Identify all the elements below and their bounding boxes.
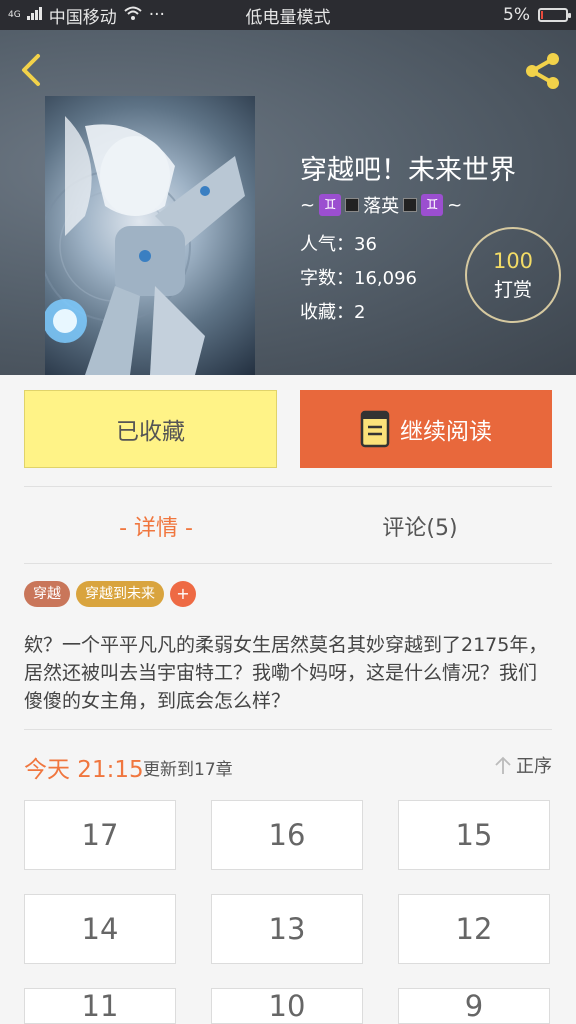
book-icon — [360, 410, 390, 448]
reward-amount: 100 — [492, 248, 534, 273]
battery-percent: 5% — [503, 5, 530, 25]
sort-order-label: 正序 — [516, 756, 552, 777]
favorites-label: 收藏： — [300, 302, 354, 323]
popularity-label: 人气： — [300, 234, 354, 255]
favorited-button[interactable]: 已收藏 — [24, 390, 277, 468]
signal-icon — [26, 5, 43, 25]
share-icon — [526, 53, 559, 89]
tag-list: 穿越 穿越到未来 + — [24, 581, 196, 607]
book-header: 穿越吧！未来世界 ~ ♊ 落英 ♊ ~ 人气：36 字数：16,096 收藏：2… — [0, 30, 576, 375]
add-tag-button[interactable]: + — [170, 581, 196, 607]
divider — [24, 563, 552, 564]
chapter-button[interactable]: 9 — [398, 988, 550, 1024]
stat-popularity: 人气：36 — [300, 230, 377, 256]
square-icon — [345, 198, 360, 212]
gemini-icon: ♊ — [319, 194, 342, 216]
chapter-button[interactable]: 10 — [211, 988, 363, 1024]
chapter-button[interactable]: 16 — [211, 800, 363, 870]
stat-favorites: 收藏：2 — [300, 298, 365, 324]
continue-reading-label: 继续阅读 — [400, 419, 492, 445]
divider — [24, 729, 552, 730]
status-bar: 4G 中国移动 ··· 低电量模式 5% — [0, 0, 576, 30]
popularity-value: 36 — [354, 234, 377, 255]
book-title: 穿越吧！未来世界 — [300, 155, 516, 186]
back-button[interactable] — [14, 50, 54, 90]
chapter-button[interactable]: 15 — [398, 800, 550, 870]
more-status-dots: ··· — [148, 5, 165, 25]
update-status: 更新到17章 — [143, 760, 233, 780]
chapter-button[interactable]: 11 — [24, 988, 176, 1024]
chapter-button[interactable]: 12 — [398, 894, 550, 964]
battery-icon — [538, 8, 571, 22]
author-name: 落英 — [363, 196, 400, 217]
tag-item[interactable]: 穿越 — [24, 581, 70, 607]
stat-word-count: 字数：16,096 — [300, 264, 417, 290]
favorites-value: 2 — [354, 302, 366, 323]
book-description: 欸？一个平平凡凡的柔弱女生居然莫名其妙穿越到了2175年，居然还被叫去当宇宙特工… — [24, 634, 548, 712]
carrier-name: 中国移动 — [48, 7, 117, 28]
update-time: 今天 21:15 — [24, 757, 144, 783]
share-button[interactable] — [522, 50, 564, 92]
word-count-value: 16,096 — [354, 268, 417, 289]
chapter-button[interactable]: 13 — [211, 894, 363, 964]
reward-label: 打赏 — [493, 278, 532, 301]
book-author[interactable]: ~ ♊ 落英 ♊ ~ — [300, 192, 462, 218]
square-icon — [403, 198, 418, 212]
wifi-icon — [123, 5, 143, 26]
author-suffix: ~ — [447, 194, 463, 216]
word-count-label: 字数： — [300, 268, 354, 289]
tab-detail[interactable]: - 详情 - — [24, 490, 288, 562]
chevron-left-icon — [22, 54, 40, 86]
tab-comments[interactable]: 评论(5) — [288, 490, 552, 562]
tag-item[interactable]: 穿越到未来 — [76, 581, 164, 607]
sort-order-button[interactable]: 正序 — [494, 752, 552, 778]
network-type: 4G — [8, 10, 21, 20]
chapter-button[interactable]: 17 — [24, 800, 176, 870]
gemini-icon: ♊ — [421, 194, 444, 216]
book-cover-image[interactable] — [45, 96, 255, 375]
continue-reading-button[interactable]: 继续阅读 — [300, 390, 552, 468]
reward-button[interactable]: 100 打赏 — [465, 227, 561, 323]
divider — [24, 486, 552, 487]
arrow-up-icon — [495, 756, 511, 774]
author-prefix: ~ — [300, 194, 316, 216]
favorited-label: 已收藏 — [116, 419, 185, 445]
chapter-button[interactable]: 14 — [24, 894, 176, 964]
